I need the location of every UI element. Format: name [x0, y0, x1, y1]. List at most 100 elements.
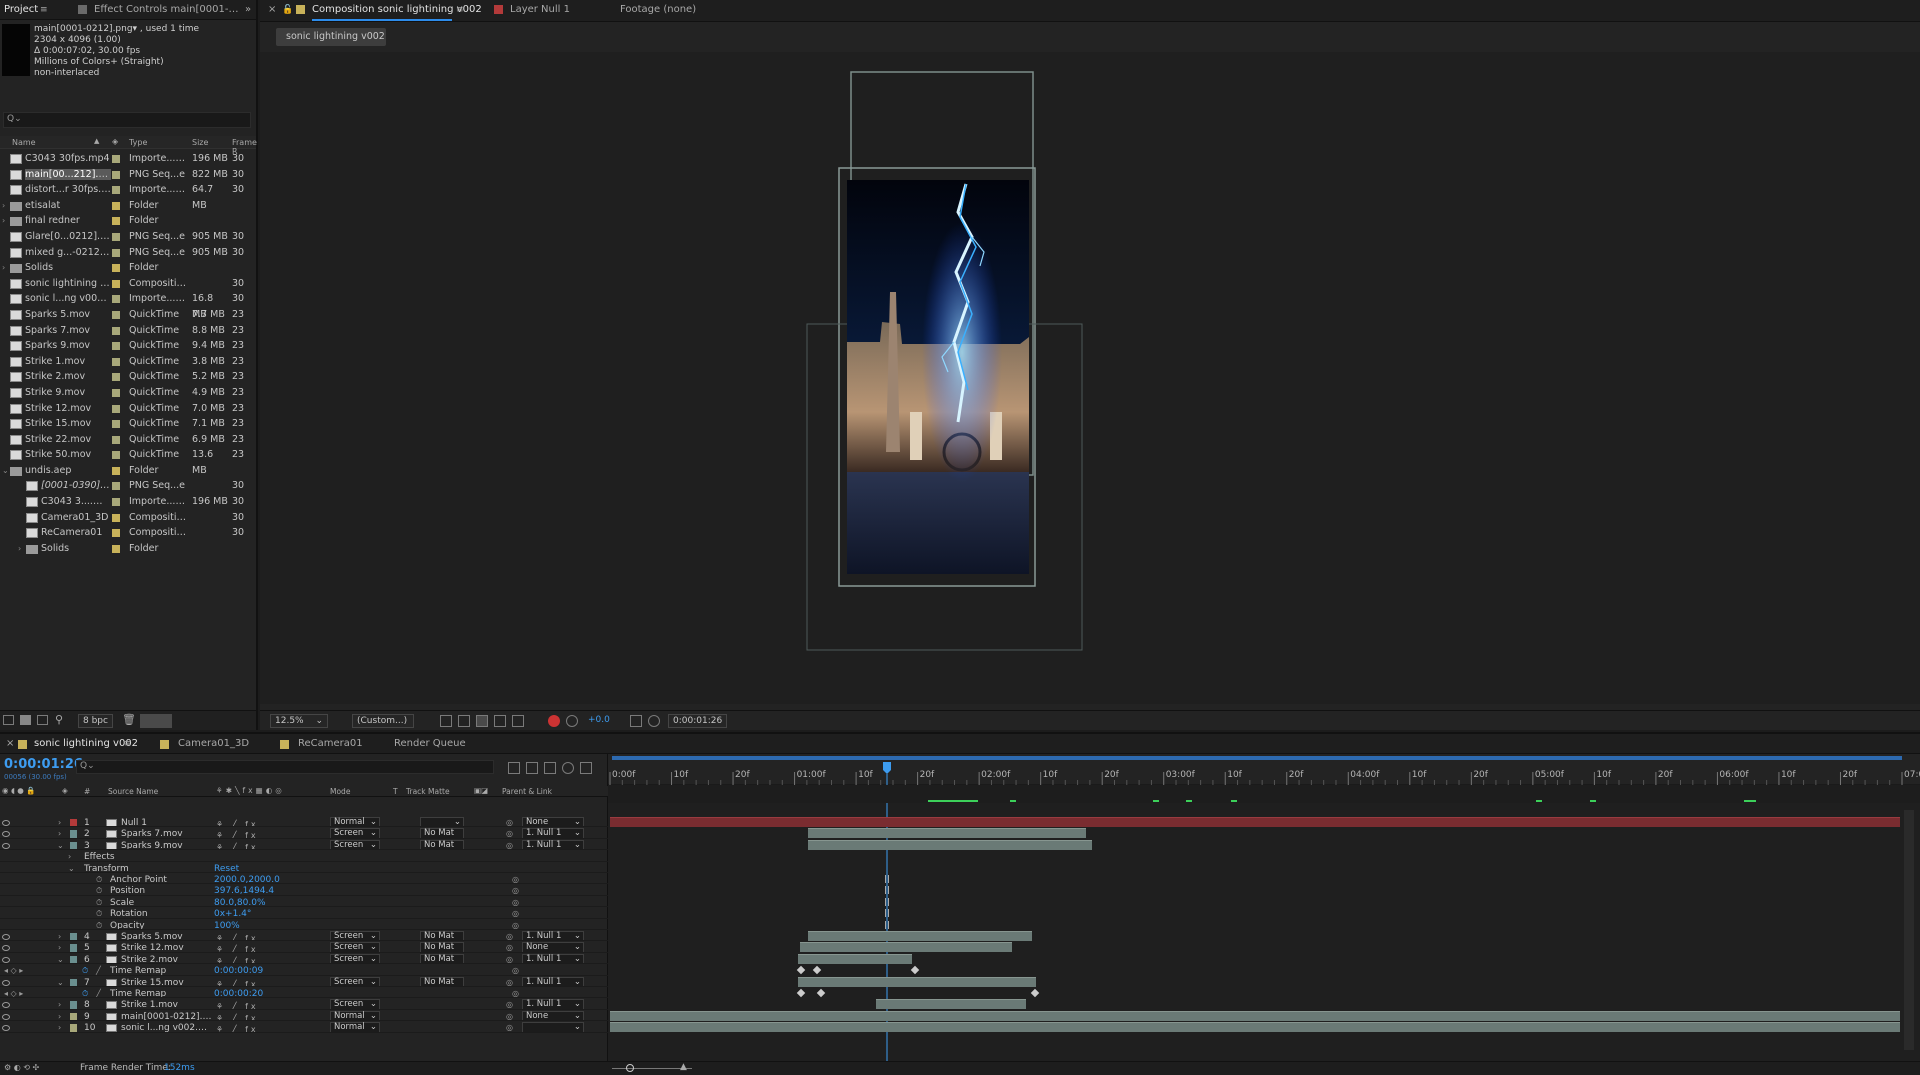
label-color[interactable]	[70, 1024, 77, 1032]
grid-guides-icon[interactable]	[494, 715, 506, 727]
property-value[interactable]: 80.0,80.0%	[214, 896, 266, 906]
stopwatch-icon[interactable]: ⏱	[96, 907, 102, 917]
frame-blending-icon[interactable]	[544, 762, 556, 774]
project-search-input[interactable]: Q⌄	[3, 112, 251, 128]
parent-dropdown[interactable]: 1. Null 1 ⌄	[522, 976, 584, 986]
label-color[interactable]	[112, 170, 120, 179]
adjust-icon[interactable]: ⚲	[55, 714, 67, 727]
label-color[interactable]	[112, 310, 120, 319]
bpc-button[interactable]: 8 bpc	[78, 714, 113, 728]
draft-3d-icon[interactable]	[526, 762, 538, 774]
property-keyframe-marker[interactable]	[885, 897, 889, 906]
layer-switches[interactable]: ⚘ ╱ fx	[216, 1012, 302, 1020]
label-color[interactable]	[112, 342, 120, 351]
label-color[interactable]	[112, 232, 120, 241]
label-color[interactable]	[112, 326, 120, 335]
layer-source-name[interactable]: Strike 15.mov	[121, 976, 213, 986]
pick-whip-icon[interactable]: ◎	[506, 976, 513, 986]
show-snapshot-icon[interactable]	[648, 715, 660, 727]
property-row[interactable]: ◂ ◇ ▸ ⏱ ╱ Time Remap 0:00:00:09 ◎	[0, 964, 608, 976]
transform-group[interactable]: Transform	[84, 862, 129, 872]
stopwatch-icon[interactable]: ⏱	[96, 896, 102, 906]
new-folder-icon[interactable]	[20, 715, 31, 725]
col-name[interactable]: Name	[12, 138, 36, 147]
tab-menu-icon[interactable]: ≡	[124, 734, 132, 754]
label-color[interactable]	[112, 513, 120, 522]
chevron-down-icon[interactable]: ⌄	[68, 862, 75, 872]
project-item[interactable]: › Solids Folder	[0, 541, 256, 557]
property-row[interactable]: ⌄ Transform Reset	[0, 862, 608, 873]
layer-duration-bar[interactable]	[610, 1010, 1900, 1021]
project-item[interactable]: Sparks 5.mov QuickTime 7.7 MB 23	[0, 307, 256, 323]
more-tabs-button[interactable]: »	[245, 0, 251, 20]
pick-whip-icon[interactable]: ◎	[506, 816, 513, 826]
keyframe-nav-icon[interactable]: ◂ ◇ ▸	[4, 987, 23, 997]
property-value[interactable]: 397.6,1494.4	[214, 884, 274, 894]
tab-layer[interactable]: Layer Null 1	[510, 0, 570, 20]
label-color[interactable]	[70, 841, 77, 850]
layer-duration-bar[interactable]	[610, 817, 1900, 827]
pick-whip-icon[interactable]: ◎	[506, 827, 513, 837]
label-color[interactable]	[70, 830, 77, 838]
parent-dropdown[interactable]: ⌄	[522, 1022, 584, 1032]
tab-footage[interactable]: Footage (none)	[620, 0, 696, 20]
close-icon[interactable]: ×	[6, 734, 14, 754]
property-row[interactable]: ⏱ Scale 80.0,80.0% ◎	[0, 896, 608, 908]
label-color[interactable]	[112, 466, 120, 475]
track-matte-dropdown[interactable]: No Mat⌄	[420, 931, 464, 941]
tab-render-queue[interactable]: Render Queue	[394, 734, 466, 754]
zoom-slider-handle[interactable]	[626, 1064, 634, 1072]
layer-source-name[interactable]: sonic l...ng v002.mp4	[121, 1021, 213, 1031]
track-matte-dropdown[interactable]: No Mat⌄	[420, 953, 464, 964]
property-row[interactable]: ⏱ Rotation 0x+1.4° ◎	[0, 907, 608, 919]
layer-source-name[interactable]: Null 1	[121, 816, 213, 826]
lock-icon[interactable]: 🔓	[282, 0, 293, 20]
project-item[interactable]: Strike 22.mov QuickTime 6.9 MB 23	[0, 432, 256, 448]
color-management-icon[interactable]	[566, 715, 578, 727]
3d-view-icon[interactable]	[512, 715, 524, 727]
channel-icon[interactable]	[548, 715, 560, 727]
project-item[interactable]: Sparks 9.mov QuickTime 9.4 MB 23	[0, 338, 256, 354]
pick-whip-icon[interactable]: ◎	[506, 839, 513, 849]
time-remap-value[interactable]: 0:00:00:20	[214, 987, 263, 997]
project-item[interactable]: Sparks 7.mov QuickTime 8.8 MB 23	[0, 323, 256, 339]
track-matte-dropdown[interactable]: No Mat⌄	[420, 839, 464, 850]
parent-dropdown[interactable]: 1. Null 1 ⌄	[522, 931, 584, 941]
track-matte-dropdown[interactable]: No Mat⌄	[420, 976, 464, 986]
blend-mode-dropdown[interactable]: Screen ⌄	[330, 942, 380, 952]
comp-navigator-chip[interactable]: sonic lightining v002	[276, 28, 386, 46]
col-mode[interactable]: Mode	[330, 787, 350, 796]
new-composition-icon[interactable]	[37, 715, 48, 725]
col-size[interactable]: Size	[192, 138, 208, 147]
chevron-right-icon[interactable]: ›	[2, 198, 5, 214]
chevron-right-icon[interactable]: ›	[58, 1021, 61, 1031]
chevron-down-icon[interactable]: ⌄	[2, 463, 9, 479]
track-matte-dropdown[interactable]: No Mat⌄	[420, 942, 464, 952]
layer-duration-bar[interactable]	[876, 999, 1026, 1010]
zoom-in-icon[interactable]: ▲	[680, 1062, 687, 1072]
project-item[interactable]: Strike 9.mov QuickTime 4.9 MB 23	[0, 385, 256, 401]
tab-camera01-3d[interactable]: Camera01_3D	[178, 734, 249, 754]
layer-source-name[interactable]: Strike 12.mov	[121, 941, 213, 951]
close-icon[interactable]: ×	[268, 0, 276, 20]
label-color[interactable]	[70, 978, 77, 986]
pick-whip-icon[interactable]: ◎	[512, 896, 519, 906]
visibility-eye-icon[interactable]	[2, 979, 10, 986]
layer-source-name[interactable]: main[0001-0212].png	[121, 1010, 213, 1020]
blend-mode-dropdown[interactable]: Normal ⌄	[330, 1010, 380, 1021]
blend-mode-dropdown[interactable]: Screen ⌄	[330, 976, 380, 986]
pick-whip-icon[interactable]: ◎	[506, 953, 513, 963]
layer-row[interactable]: › 10 sonic l...ng v002.mp4 ⚘ ╱ fx Normal ⌄ ◎ ⌄	[0, 1021, 608, 1033]
blend-mode-dropdown[interactable]: Screen ⌄	[330, 839, 380, 850]
layer-row[interactable]: ⌄ 6 Strike 2.mov⚘ ╱ fx Screen⌄ No Mat⌄ ◎ 1. Nu…	[0, 953, 608, 965]
project-item[interactable]: main[00...212].png PNG Seq...e 822 MB 30	[0, 167, 256, 183]
layer-switches[interactable]: ⚘ ╱ fx	[216, 818, 302, 826]
graph-icon[interactable]: ╱	[96, 964, 101, 974]
layer-switches[interactable]: ⚘ ╱ fx	[216, 955, 302, 963]
mask-visibility-icon[interactable]	[476, 715, 488, 727]
layer-duration-bar[interactable]	[798, 976, 1036, 987]
pick-whip-icon[interactable]: ◎	[506, 1021, 513, 1031]
pick-whip-icon[interactable]: ◎	[512, 987, 519, 997]
view-dropdown[interactable]: (Custom...) ⌄	[352, 714, 414, 738]
property-row[interactable]: ◂ ◇ ▸ ⏱ ╱ Time Remap 0:00:00:20 ◎	[0, 987, 608, 999]
